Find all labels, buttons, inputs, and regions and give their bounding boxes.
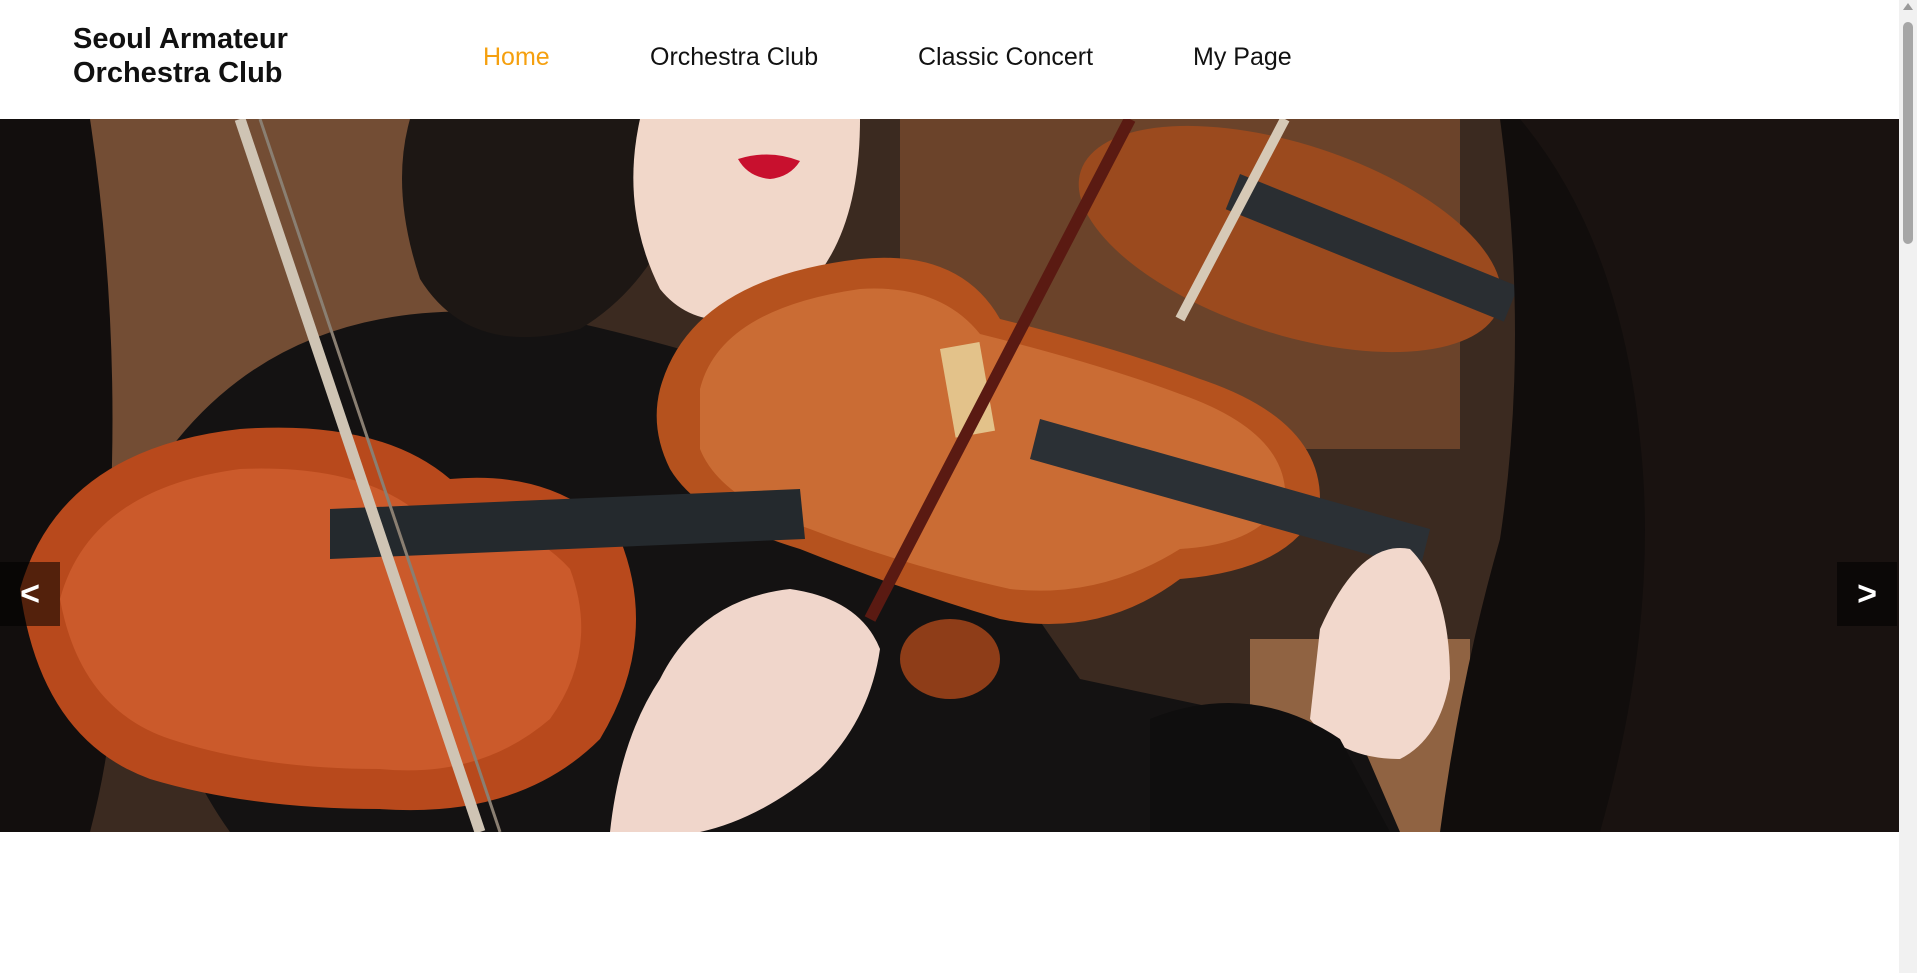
nav-orchestra-club[interactable]: Orchestra Club [650,40,818,74]
nav-classic-concert[interactable]: Classic Concert [918,40,1093,74]
hero-carousel: < > [0,119,1899,832]
vertical-scrollbar[interactable] [1899,0,1917,973]
hero-image [0,119,1899,832]
scroll-thumb[interactable] [1903,22,1913,244]
logo-line-2: Orchestra Club [73,57,283,89]
carousel-prev-button[interactable]: < [0,562,60,626]
site-header: Seoul Armateur Orchestra Club Home Orche… [0,0,1899,119]
main-content: Seoul Armateur Orchestra Club Home Orche… [0,0,1899,973]
logo-line-1: Seoul Armateur [73,23,288,55]
site-logo[interactable]: Seoul Armateur Orchestra Club [73,22,333,90]
nav-my-page[interactable]: My Page [1193,40,1292,74]
page: Seoul Armateur Orchestra Club Home Orche… [0,0,1917,973]
carousel-next-button[interactable]: > [1837,562,1897,626]
scroll-up-arrow-icon[interactable] [1903,3,1913,10]
nav-home[interactable]: Home [483,40,550,74]
